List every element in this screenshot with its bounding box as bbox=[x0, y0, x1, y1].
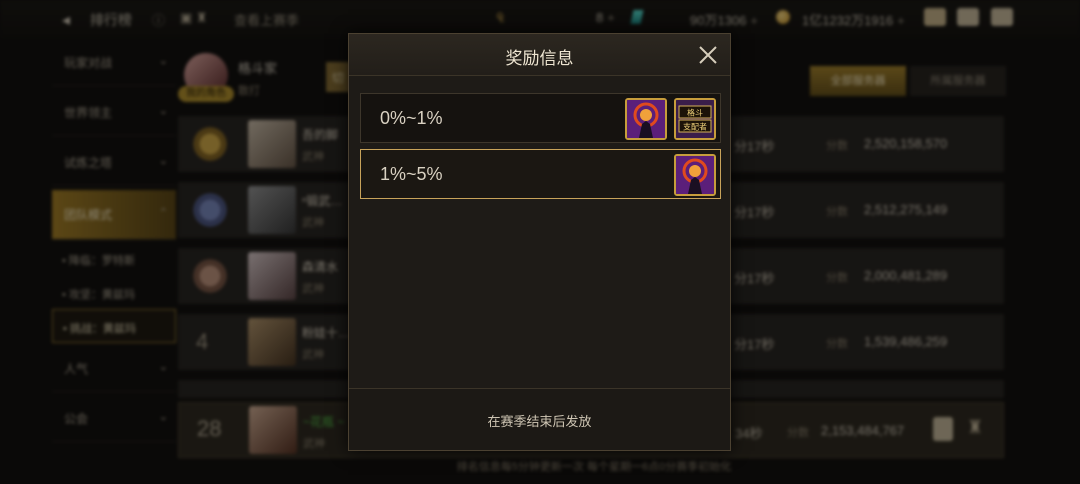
close-icon bbox=[699, 46, 717, 64]
reward-tier-row[interactable]: 0%~1% 格斗 支配者 bbox=[360, 93, 721, 143]
reward-tier-row-selected[interactable]: 1%~5% bbox=[360, 149, 721, 199]
hero-card-icon[interactable]: 格斗 支配者 bbox=[674, 98, 716, 140]
svg-text:格斗: 格斗 bbox=[687, 108, 703, 118]
rank-range: 0%~1% bbox=[380, 108, 443, 128]
dialog-footer: 在赛季结束后发放 bbox=[349, 388, 730, 450]
dialog-title: 奖励信息 bbox=[505, 49, 574, 68]
distribution-note: 在赛季结束后发放 bbox=[487, 414, 592, 429]
dialog-header: 奖励信息 bbox=[349, 34, 730, 76]
title-card-icon[interactable] bbox=[674, 154, 716, 196]
reward-info-dialog: 奖励信息 0%~1% 格斗 支配者 1%~5% 在赛季结束后发放 bbox=[348, 33, 731, 451]
rank-range: 1%~5% bbox=[380, 164, 443, 184]
title-card-icon[interactable] bbox=[625, 98, 667, 140]
svg-text:支配者: 支配者 bbox=[683, 122, 707, 132]
close-button[interactable] bbox=[696, 43, 720, 67]
